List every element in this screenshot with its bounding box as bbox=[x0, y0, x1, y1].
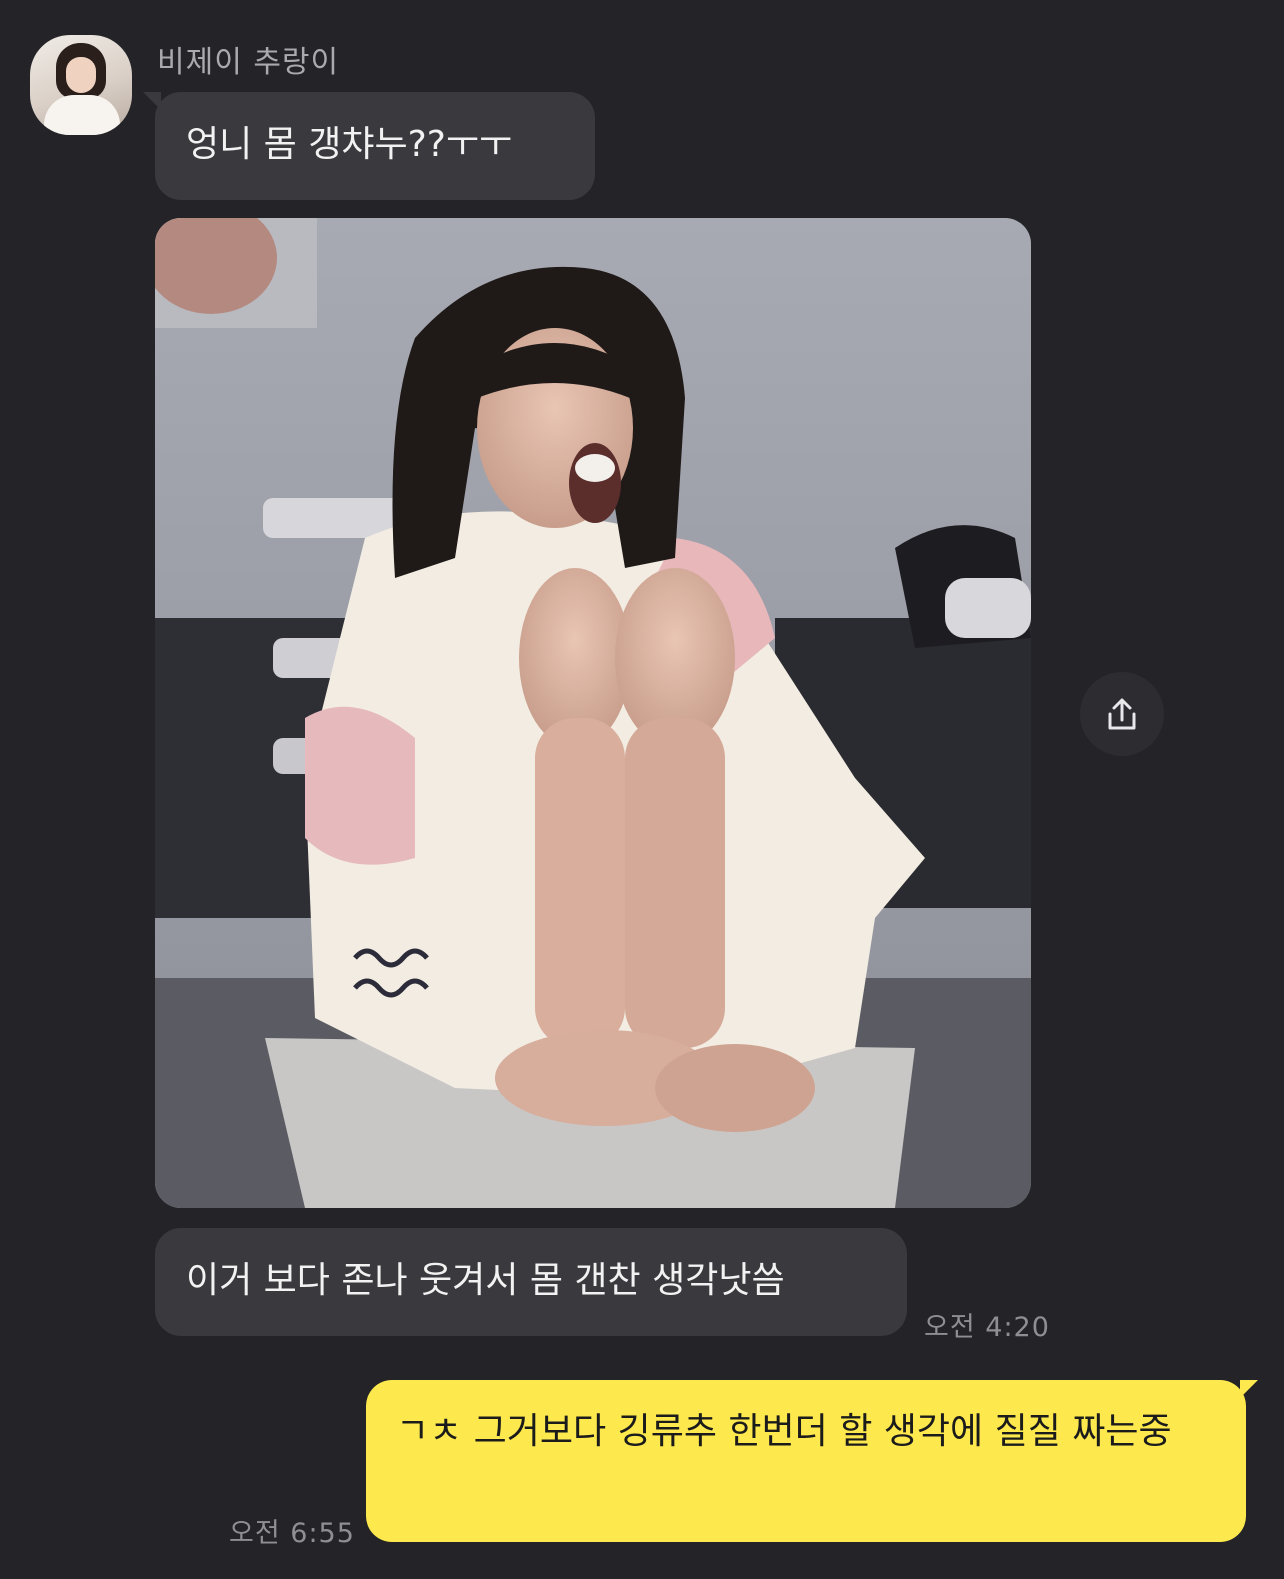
my-message-time: 오전 6:55 bbox=[229, 1518, 355, 1549]
share-button[interactable] bbox=[1080, 672, 1164, 756]
message-text: 엉니 몸 갱챠누??ㅜㅜ bbox=[186, 124, 513, 165]
chat-room: 비제이 추랑이 엉니 몸 갱챠누??ㅜㅜ 이거 보다 존나 웃겨서 몸 갠찬 생… bbox=[0, 0, 1284, 1579]
message-bubble[interactable]: 이거 보다 존나 웃겨서 몸 갠찬 생각낫씀 bbox=[155, 1228, 907, 1336]
message-bubble[interactable]: 엉니 몸 갱챠누??ㅜㅜ bbox=[143, 92, 595, 200]
photo-message[interactable] bbox=[155, 218, 1031, 1208]
photo-image bbox=[155, 218, 1031, 1208]
my-message-text: ㄱㅊ 그거보다 깅류추 한번더 할 생각에 질질 짜는중 bbox=[396, 1411, 1172, 1452]
my-message-bubble[interactable]: ㄱㅊ 그거보다 깅류추 한번더 할 생각에 질질 짜는중 bbox=[366, 1380, 1258, 1542]
message-time: 오전 4:20 bbox=[924, 1312, 1050, 1343]
sender-avatar[interactable] bbox=[30, 35, 132, 135]
sender-name: 비제이 추랑이 bbox=[157, 45, 340, 80]
message-text: 이거 보다 존나 웃겨서 몸 갠찬 생각낫씀 bbox=[186, 1260, 785, 1301]
share-icon bbox=[1108, 698, 1136, 730]
